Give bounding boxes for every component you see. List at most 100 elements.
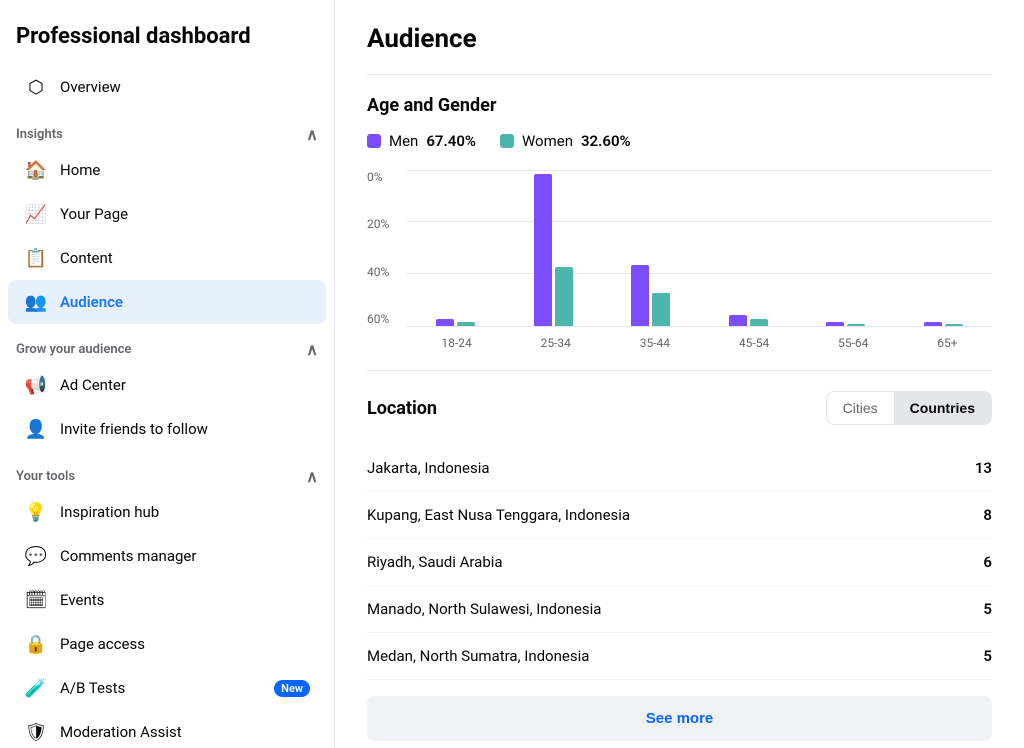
see-more-button[interactable]: See more xyxy=(367,696,992,741)
age-gender-title: Age and Gender xyxy=(367,95,992,116)
insights-chevron[interactable]: ∧ xyxy=(306,125,318,144)
location-name: Jakarta, Indonesia xyxy=(367,459,490,477)
legend: Men 67.40% Women 32.60% xyxy=(367,132,992,150)
grow-section-header: Grow your audience ∧ xyxy=(0,324,334,363)
invite-friends-label: Invite friends to follow xyxy=(60,420,208,438)
tools-section-header: Your tools ∧ xyxy=(0,451,334,490)
y-label-40: 40% xyxy=(367,265,407,279)
sidebar-item-content[interactable]: 📋 Content xyxy=(8,236,326,280)
tab-cities[interactable]: Cities xyxy=(827,392,894,424)
y-label-20: 20% xyxy=(367,217,407,231)
chart-bars xyxy=(407,170,992,326)
location-name: Medan, North Sumatra, Indonesia xyxy=(367,647,589,665)
location-tab-group: Cities Countries xyxy=(826,391,992,425)
sidebar-item-moderation-assist[interactable]: 🛡 Moderation Assist xyxy=(8,710,326,748)
location-section: Location Cities Countries Jakarta, Indon… xyxy=(367,391,992,741)
your-page-label: Your Page xyxy=(60,205,128,223)
inspiration-hub-label: Inspiration hub xyxy=(60,503,159,521)
bar-women-35-44 xyxy=(652,293,670,326)
page-access-icon: 🔒 xyxy=(24,632,48,656)
location-row: Jakarta, Indonesia13 xyxy=(367,445,992,492)
location-row: Manado, North Sulawesi, Indonesia 5 xyxy=(367,586,992,633)
moderation-assist-label: Moderation Assist xyxy=(60,723,182,741)
overview-label: Overview xyxy=(60,78,121,96)
bar-group-35-44 xyxy=(631,265,670,326)
location-row: Medan, North Sumatra, Indonesia 5 xyxy=(367,633,992,680)
moderation-assist-icon: 🛡 xyxy=(24,720,48,744)
ab-tests-icon: 🧪 xyxy=(24,676,48,700)
sidebar-item-your-page[interactable]: 📈 Your Page xyxy=(8,192,326,236)
bar-group-25-34 xyxy=(534,174,573,326)
divider-middle xyxy=(367,370,992,371)
grow-label: Grow your audience xyxy=(16,342,131,357)
y-label-0: 0% xyxy=(367,170,407,184)
bar-group-18-24 xyxy=(436,319,475,326)
content-label: Content xyxy=(60,249,113,267)
sidebar-item-home[interactable]: 🏠 Home xyxy=(8,148,326,192)
bar-men-65+ xyxy=(924,322,942,326)
bar-women-65+ xyxy=(945,324,963,326)
comments-manager-label: Comments manager xyxy=(60,547,196,565)
page-access-label: Page access xyxy=(60,635,145,653)
audience-label: Audience xyxy=(60,293,123,311)
bar-women-55-64 xyxy=(847,324,865,326)
bar-group-45-54 xyxy=(729,315,768,326)
location-count: 5 xyxy=(983,647,992,665)
ad-center-label: Ad Center xyxy=(60,376,126,394)
insights-section-header: Insights ∧ xyxy=(0,109,334,148)
divider-top xyxy=(367,74,992,75)
location-count: 6 xyxy=(983,553,992,571)
tools-label: Your tools xyxy=(16,469,75,484)
home-label: Home xyxy=(60,161,100,179)
location-name: Kupang, East Nusa Tenggara, Indonesia xyxy=(367,506,630,524)
page-title: Audience xyxy=(367,24,992,54)
x-label-55-64: 55-64 xyxy=(838,336,868,350)
sidebar-item-page-access[interactable]: 🔒 Page access xyxy=(8,622,326,666)
sidebar-item-overview[interactable]: ⬡ Overview xyxy=(8,65,326,109)
x-label-25-34: 25-34 xyxy=(541,336,571,350)
grow-chevron[interactable]: ∧ xyxy=(306,340,318,359)
location-header: Location Cities Countries xyxy=(367,391,992,425)
tools-chevron[interactable]: ∧ xyxy=(306,467,318,486)
bar-group-55-64 xyxy=(826,322,865,326)
location-row: Riyadh, Saudi Arabia 6 xyxy=(367,539,992,586)
location-name: Manado, North Sulawesi, Indonesia xyxy=(367,600,601,618)
sidebar: Professional dashboard ⬡ Overview Insigh… xyxy=(0,0,335,748)
chart-area: 18-2425-3435-4445-5455-6465+ xyxy=(407,170,992,350)
bar-men-35-44 xyxy=(631,265,649,326)
overview-icon: ⬡ xyxy=(24,75,48,99)
bar-men-45-54 xyxy=(729,315,747,326)
sidebar-item-invite-friends[interactable]: 👤 Invite friends to follow xyxy=(8,407,326,451)
sidebar-item-ab-tests[interactable]: 🧪 A/B Tests New xyxy=(8,666,326,710)
events-label: Events xyxy=(60,591,104,609)
location-count: 5 xyxy=(983,600,992,618)
legend-men: Men 67.40% xyxy=(367,132,476,150)
legend-women: Women 32.60% xyxy=(500,132,631,150)
location-name: Riyadh, Saudi Arabia xyxy=(367,553,503,571)
women-label: Women xyxy=(522,132,573,150)
inspiration-hub-icon: 💡 xyxy=(24,500,48,524)
sidebar-item-comments-manager[interactable]: 💬 Comments manager xyxy=(8,534,326,578)
audience-icon: 👥 xyxy=(24,290,48,314)
events-icon: 🗓 xyxy=(24,588,48,612)
x-label-65+: 65+ xyxy=(937,336,957,350)
grid-line-0 xyxy=(407,326,992,327)
home-icon: 🏠 xyxy=(24,158,48,182)
sidebar-title: Professional dashboard xyxy=(0,16,334,65)
tab-countries[interactable]: Countries xyxy=(894,392,991,424)
bar-women-18-24 xyxy=(457,322,475,326)
men-label: Men xyxy=(389,132,418,150)
bar-men-25-34 xyxy=(534,174,552,326)
sidebar-item-ad-center[interactable]: 📢 Ad Center xyxy=(8,363,326,407)
men-dot xyxy=(367,134,381,148)
x-label-18-24: 18-24 xyxy=(441,336,471,350)
sidebar-item-events[interactable]: 🗓 Events xyxy=(8,578,326,622)
location-title: Location xyxy=(367,398,437,419)
x-label-35-44: 35-44 xyxy=(640,336,670,350)
women-dot xyxy=(500,134,514,148)
sidebar-item-inspiration-hub[interactable]: 💡 Inspiration hub xyxy=(8,490,326,534)
bar-women-25-34 xyxy=(555,267,573,326)
x-labels: 18-2425-3435-4445-5455-6465+ xyxy=(407,336,992,350)
sidebar-item-audience[interactable]: 👥 Audience xyxy=(8,280,326,324)
content-icon: 📋 xyxy=(24,246,48,270)
